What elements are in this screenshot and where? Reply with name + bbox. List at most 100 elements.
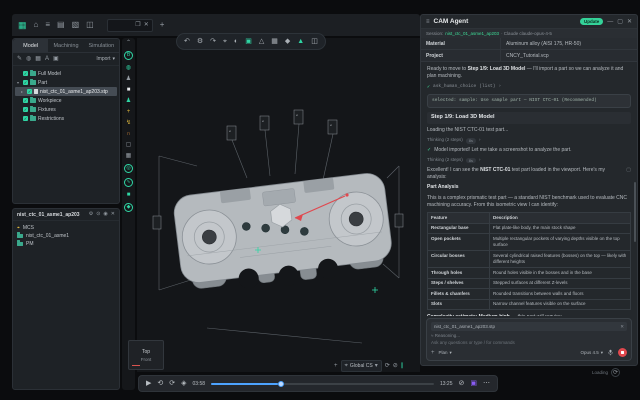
tool-call-row[interactable]: ✓ ask_human_choice (list) › xyxy=(427,84,631,91)
pause-icon[interactable]: ∥ xyxy=(401,363,404,369)
solid-teal-icon[interactable]: ◆ xyxy=(124,203,133,212)
redo-icon[interactable]: ↷ xyxy=(210,38,216,45)
agent-chat-body[interactable]: Ready to move to Step 1/9: Load 3D Model… xyxy=(421,62,637,316)
undo-icon[interactable]: ↶ xyxy=(184,38,190,45)
checkbox[interactable]: ✓ xyxy=(23,80,28,85)
update-badge[interactable]: Update xyxy=(580,18,603,25)
marker-icon[interactable]: ◈ xyxy=(181,380,186,387)
wave-icon[interactable]: ∿ xyxy=(124,178,133,187)
list-item-part-group[interactable]: nist_ctc_01_asme1 xyxy=(17,232,115,240)
agent-avatar-icon[interactable]: B xyxy=(124,51,133,60)
magnet-snap-icon[interactable]: ∩ xyxy=(126,131,130,137)
hint-icon[interactable]: ◍ xyxy=(126,65,131,71)
mute-icon[interactable]: ⊘ xyxy=(459,380,465,387)
mesh-view-icon[interactable]: ▦ xyxy=(271,38,278,45)
tree-item-restrictions[interactable]: ✓ Restrictions xyxy=(15,114,117,123)
refresh-icon[interactable]: ⟳ xyxy=(611,368,620,377)
checkbox[interactable]: ✓ xyxy=(23,71,28,76)
settings-icon[interactable]: ⚙ xyxy=(197,38,203,45)
microphone-icon[interactable] xyxy=(607,349,614,356)
refresh-icon[interactable]: ⟳ xyxy=(385,363,390,369)
tree-item-part[interactable]: ▾ ✓ Part xyxy=(15,78,117,87)
stock-teal-icon[interactable]: ■ xyxy=(127,192,131,198)
view-cube[interactable]: Top Front xyxy=(128,340,164,370)
cone-tool-icon[interactable]: ▲ xyxy=(297,38,304,45)
shading-icon[interactable]: ◐ xyxy=(234,38,238,45)
import-button[interactable]: Import▾ xyxy=(96,56,115,62)
thinking-row[interactable]: Thinking (2 steps) 8s › xyxy=(427,157,631,164)
menu-icon[interactable]: ≡ xyxy=(45,21,50,29)
more-options-icon[interactable]: ⋯ xyxy=(483,380,490,387)
thinking-row[interactable]: Thinking (2 steps) 8s › xyxy=(427,137,631,144)
add-operation-icon[interactable]: + xyxy=(127,109,131,115)
origin-icon[interactable]: ⌖ xyxy=(223,38,227,45)
chat-input-placeholder[interactable]: Ask any questions or type / for commands xyxy=(431,340,627,345)
setup-icon[interactable]: ♟ xyxy=(126,98,131,104)
view-cube-front-label[interactable]: Front xyxy=(141,357,152,362)
timeline-slider[interactable] xyxy=(211,383,434,385)
chat-input-box[interactable]: nist_ctc_01_asme1_ap203.stp ✕ ≈ Reasonin… xyxy=(426,318,632,361)
home-icon[interactable]: ⌂ xyxy=(34,21,39,29)
maximize-icon[interactable]: ▢ xyxy=(617,19,623,25)
snapshot-icon[interactable]: ▣ xyxy=(53,56,59,62)
menu-icon[interactable]: ≡ xyxy=(426,19,430,25)
add-cs-button[interactable]: + xyxy=(334,363,338,369)
checkbox[interactable]: ✓ xyxy=(27,89,32,94)
save-icon[interactable]: ◫ xyxy=(86,21,94,29)
close-icon[interactable]: ✕ xyxy=(627,19,632,25)
box-select-icon[interactable]: ▢ xyxy=(126,142,132,148)
tree-item-workpiece[interactable]: ✓ Workpiece xyxy=(15,96,117,105)
tab-simulation[interactable]: Simulation xyxy=(84,39,119,52)
target-icon[interactable]: ◎ xyxy=(124,164,133,173)
copy-icon[interactable]: ▢ xyxy=(626,167,631,182)
tab-machining[interactable]: Machining xyxy=(48,39,83,52)
list-item-mcs[interactable]: ⌖ MCS xyxy=(17,224,115,232)
solid-view-icon[interactable]: ◆ xyxy=(285,38,290,45)
cs-selector[interactable]: ⌖ Global CS ▾ xyxy=(341,360,382,372)
view-cube-top-label[interactable]: Top xyxy=(142,349,150,355)
tree-item-fixtures[interactable]: ✓ Fixtures xyxy=(15,105,117,114)
operator-icon[interactable]: ♟ xyxy=(126,76,131,82)
clip-icon[interactable]: ▣ xyxy=(470,380,477,387)
mode-selector[interactable]: Plan▾ xyxy=(439,350,452,356)
checkbox[interactable]: ✓ xyxy=(23,116,28,121)
settings-icon[interactable]: ⚙ xyxy=(89,212,93,217)
add-attachment-button[interactable]: + xyxy=(431,350,435,356)
viewport-3d[interactable]: ⌀⌀⌀⌀ xyxy=(137,38,420,372)
loop-forward-icon[interactable]: ⟳ xyxy=(169,380,175,387)
model-selector[interactable]: Opus 4.5▾ xyxy=(580,350,603,356)
lock-icon[interactable]: ⊙ xyxy=(96,212,100,217)
camera-icon[interactable]: △ xyxy=(259,38,264,45)
section-icon[interactable]: ◫ xyxy=(311,38,318,45)
session-name[interactable]: nist_ctc_01_asme1_ap203 xyxy=(445,31,499,36)
new-file-icon[interactable]: ▤ xyxy=(57,21,65,29)
close-tab-icon[interactable]: ✕ xyxy=(144,22,149,28)
solid-icon[interactable]: ◍ xyxy=(26,56,31,62)
stock-icon[interactable]: ■ xyxy=(127,87,131,93)
remove-attachment-icon[interactable]: ✕ xyxy=(620,324,624,330)
loop-back-icon[interactable]: ⟲ xyxy=(157,380,163,387)
quick-run-icon[interactable]: ↯ xyxy=(126,120,131,126)
checkbox[interactable]: ✓ xyxy=(23,107,28,112)
new-tab-button[interactable]: + xyxy=(160,21,165,29)
reasoning-indicator[interactable]: ≈ Reasoning... xyxy=(431,333,627,338)
bounding-box-icon[interactable]: ▣ xyxy=(245,38,252,45)
detach-icon[interactable]: ⊘ xyxy=(393,363,398,369)
list-item-pm[interactable]: PM xyxy=(17,240,115,248)
document-tab[interactable]: ❐ ✕ xyxy=(107,19,153,32)
restore-pane-icon[interactable]: ❐ xyxy=(135,22,140,28)
tree-item-full-model[interactable]: ✓ Full Model xyxy=(15,69,117,78)
visibility-icon[interactable]: ◉ xyxy=(103,212,107,217)
grid-icon[interactable]: ▦ xyxy=(126,153,132,159)
select-icon[interactable]: ✎ xyxy=(17,56,22,62)
attached-file-chip[interactable]: nist_ctc_01_asme1_ap203.stp ✕ xyxy=(431,322,627,331)
record-stop-button[interactable] xyxy=(618,348,627,357)
tree-item-part-file[interactable]: ▸ ✓ nist_ctc_01_asme1_ap203.stp xyxy=(15,87,117,96)
play-button[interactable]: ▶ xyxy=(146,380,151,387)
minimize-icon[interactable]: — xyxy=(607,19,613,25)
close-icon[interactable]: ✕ xyxy=(111,212,115,217)
open-folder-icon[interactable]: ▧ xyxy=(72,21,80,29)
collapse-icon[interactable]: ⌃ xyxy=(126,40,131,46)
tab-model[interactable]: Model xyxy=(13,39,48,52)
scrollbar[interactable] xyxy=(634,182,637,242)
